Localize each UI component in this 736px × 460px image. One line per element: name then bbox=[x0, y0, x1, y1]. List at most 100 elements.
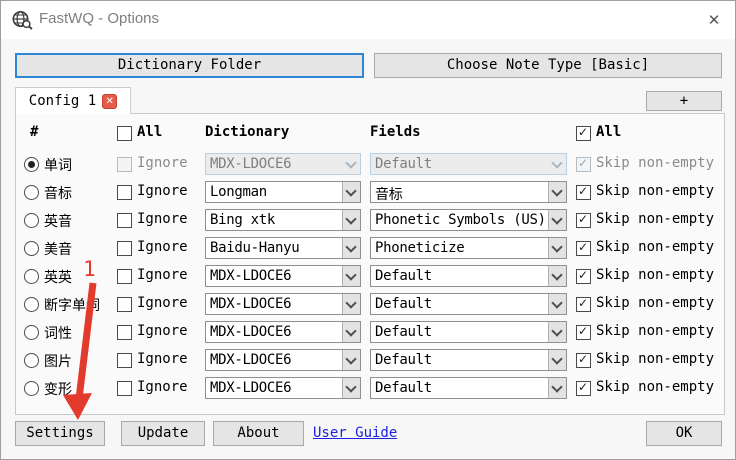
fields-select[interactable]: Phoneticize bbox=[370, 237, 567, 259]
dictionary-select[interactable]: MDX-LDOCE6 bbox=[205, 349, 361, 371]
dictionary-select[interactable]: MDX-LDOCE6 bbox=[205, 153, 361, 175]
tab-config-1[interactable]: Config 1 ✕ bbox=[15, 87, 131, 114]
chevron-down-icon[interactable] bbox=[342, 350, 360, 370]
dictionary-select[interactable]: MDX-LDOCE6 bbox=[205, 377, 361, 399]
chevron-down-icon[interactable] bbox=[548, 294, 566, 314]
fields-select[interactable]: 音标 bbox=[370, 181, 567, 203]
ignore-checkbox[interactable] bbox=[117, 325, 132, 340]
skip-checkbox[interactable] bbox=[576, 240, 591, 256]
chevron-down-icon[interactable] bbox=[342, 210, 360, 230]
skip-checkbox[interactable] bbox=[576, 184, 591, 200]
dictionary-select[interactable]: MDX-LDOCE6 bbox=[205, 293, 361, 315]
dictionary-value: MDX-LDOCE6 bbox=[210, 296, 292, 312]
table-row: 图片 Ignore MDX-LDOCE6 Default Skip non-em… bbox=[16, 346, 726, 374]
fields-select[interactable]: Default bbox=[370, 321, 567, 343]
row-label: 英音 bbox=[44, 214, 72, 230]
ignore-checkbox[interactable] bbox=[117, 213, 132, 228]
field-value: Default bbox=[375, 380, 432, 396]
chevron-down-icon[interactable] bbox=[548, 322, 566, 342]
ignore-checkbox[interactable] bbox=[117, 353, 132, 368]
ignore-label: Ignore bbox=[137, 211, 188, 227]
row-radio[interactable] bbox=[24, 241, 39, 256]
choose-note-type-button[interactable]: Choose Note Type [Basic] bbox=[374, 53, 722, 78]
chevron-down-icon[interactable] bbox=[342, 266, 360, 286]
all-skip-checkbox[interactable] bbox=[576, 125, 591, 141]
dictionary-value: MDX-LDOCE6 bbox=[210, 380, 292, 396]
fields-select[interactable]: Default bbox=[370, 293, 567, 315]
chevron-down-icon[interactable] bbox=[548, 210, 566, 230]
skip-checkbox[interactable] bbox=[576, 352, 591, 368]
close-icon[interactable]: ✕ bbox=[699, 8, 729, 32]
skip-label: Skip non-empty bbox=[596, 183, 715, 199]
skip-checkbox[interactable] bbox=[576, 156, 591, 172]
dictionary-select[interactable]: Bing xtk bbox=[205, 209, 361, 231]
ignore-label: Ignore bbox=[137, 239, 188, 255]
row-radio[interactable] bbox=[24, 185, 39, 200]
row-radio[interactable] bbox=[24, 381, 39, 396]
skip-label: Skip non-empty bbox=[596, 211, 715, 227]
skip-checkbox[interactable] bbox=[576, 212, 591, 228]
skip-checkbox[interactable] bbox=[576, 296, 591, 312]
column-header-dictionary: Dictionary bbox=[205, 124, 290, 140]
fields-select[interactable]: Default bbox=[370, 377, 567, 399]
table-row: 英音 Ignore Bing xtk Phonetic Symbols (US)… bbox=[16, 206, 726, 234]
update-button[interactable]: Update bbox=[121, 421, 205, 446]
chevron-down-icon[interactable] bbox=[548, 378, 566, 398]
user-guide-link[interactable]: User Guide bbox=[313, 425, 397, 441]
chevron-down-icon[interactable] bbox=[548, 350, 566, 370]
chevron-down-icon[interactable] bbox=[548, 182, 566, 202]
column-header-all-right: All bbox=[596, 124, 622, 140]
skip-checkbox[interactable] bbox=[576, 268, 591, 284]
ok-button[interactable]: OK bbox=[646, 421, 722, 446]
fields-select[interactable]: Default bbox=[370, 265, 567, 287]
ignore-checkbox[interactable] bbox=[117, 185, 132, 200]
chevron-down-icon[interactable] bbox=[549, 154, 566, 174]
dictionary-value: MDX-LDOCE6 bbox=[210, 156, 292, 172]
ignore-checkbox[interactable] bbox=[117, 241, 132, 256]
row-radio[interactable] bbox=[24, 157, 39, 172]
chevron-down-icon[interactable] bbox=[342, 294, 360, 314]
row-radio[interactable] bbox=[24, 325, 39, 340]
titlebar: FastWQ - Options ✕ bbox=[1, 1, 735, 39]
skip-label: Skip non-empty bbox=[596, 155, 715, 171]
dictionary-select[interactable]: MDX-LDOCE6 bbox=[205, 321, 361, 343]
skip-checkbox[interactable] bbox=[576, 380, 591, 396]
ignore-checkbox[interactable] bbox=[117, 297, 132, 312]
settings-button[interactable]: Settings bbox=[15, 421, 105, 446]
dictionary-select[interactable]: Baidu-Hanyu bbox=[205, 237, 361, 259]
tab-close-icon[interactable]: ✕ bbox=[102, 93, 118, 109]
fields-select[interactable]: Default bbox=[370, 153, 567, 175]
row-radio[interactable] bbox=[24, 269, 39, 284]
ignore-checkbox[interactable] bbox=[117, 269, 132, 284]
ignore-checkbox[interactable] bbox=[117, 381, 132, 396]
chevron-down-icon[interactable] bbox=[342, 322, 360, 342]
about-button[interactable]: About bbox=[213, 421, 304, 446]
row-label: 图片 bbox=[44, 354, 72, 370]
dictionary-value: Baidu-Hanyu bbox=[210, 240, 300, 256]
chevron-down-icon[interactable] bbox=[343, 154, 360, 174]
dictionary-folder-button[interactable]: Dictionary Folder bbox=[15, 53, 364, 78]
add-config-button[interactable]: + bbox=[646, 91, 722, 111]
row-radio[interactable] bbox=[24, 353, 39, 368]
all-ignore-checkbox[interactable] bbox=[117, 126, 132, 141]
table-row: 英英 Ignore MDX-LDOCE6 Default Skip non-em… bbox=[16, 262, 726, 290]
skip-checkbox[interactable] bbox=[576, 324, 591, 340]
field-value: Default bbox=[375, 268, 432, 284]
row-radio[interactable] bbox=[24, 213, 39, 228]
chevron-down-icon[interactable] bbox=[548, 238, 566, 258]
table-row: 词性 Ignore MDX-LDOCE6 Default Skip non-em… bbox=[16, 318, 726, 346]
chevron-down-icon[interactable] bbox=[342, 378, 360, 398]
fields-select[interactable]: Phonetic Symbols (US) bbox=[370, 209, 567, 231]
column-header-number: # bbox=[30, 124, 39, 140]
fields-select[interactable]: Default bbox=[370, 349, 567, 371]
chevron-down-icon[interactable] bbox=[548, 266, 566, 286]
chevron-down-icon[interactable] bbox=[342, 182, 360, 202]
skip-label: Skip non-empty bbox=[596, 239, 715, 255]
ignore-checkbox[interactable] bbox=[117, 157, 132, 172]
app-icon bbox=[12, 11, 33, 30]
row-radio[interactable] bbox=[24, 297, 39, 312]
dictionary-select[interactable]: MDX-LDOCE6 bbox=[205, 265, 361, 287]
tab-label: Config 1 bbox=[28, 93, 97, 109]
dictionary-select[interactable]: Longman bbox=[205, 181, 361, 203]
chevron-down-icon[interactable] bbox=[342, 238, 360, 258]
